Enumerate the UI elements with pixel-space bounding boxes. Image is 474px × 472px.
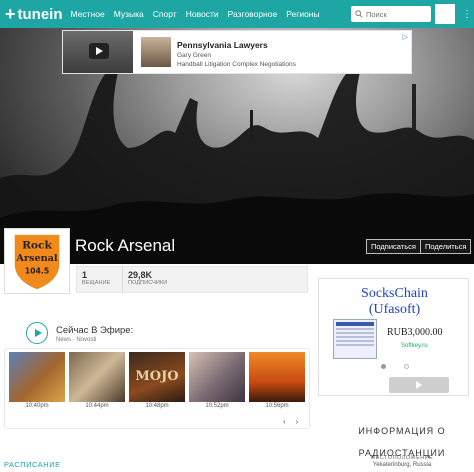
svg-text:Rock: Rock xyxy=(22,238,52,251)
history-nav: ‹ › xyxy=(283,417,308,426)
track-time: 10:56pm xyxy=(265,403,289,409)
stat-label: ПОДПИСЧИКИ xyxy=(128,280,168,286)
ad-text: Pennsylvania Lawyers Gary Green Handball… xyxy=(177,31,296,73)
location-label: МЕСТОПОЛОЖЕНИЕ xyxy=(370,455,434,461)
video-play-icon[interactable] xyxy=(89,43,109,59)
carousel-dot[interactable] xyxy=(381,364,386,369)
sidebar-ad-title-line2: (Ufasoft) xyxy=(368,302,421,318)
svg-text:Arsenal: Arsenal xyxy=(15,253,58,264)
station-stats: 1 ВЕЩАНИЕ 29,8K ПОДПИСЧИКИ xyxy=(76,266,308,293)
plus-icon: + xyxy=(5,4,16,24)
nav-links: Местное Музыка Спорт Новости Разговорное… xyxy=(71,9,329,19)
top-nav: + tunein Местное Музыка Спорт Новости Ра… xyxy=(0,0,474,28)
stat-broadcasts[interactable]: 1 ВЕЩАНИЕ xyxy=(77,267,123,292)
ad-site[interactable]: Softkey.ru xyxy=(401,343,428,349)
user-avatar[interactable] xyxy=(435,4,455,24)
nav-talk[interactable]: Разговорное xyxy=(228,9,278,19)
adchoices-icon[interactable]: ▷ xyxy=(403,33,408,41)
chevron-left-icon[interactable]: ‹ xyxy=(283,417,286,426)
search-input[interactable] xyxy=(366,9,428,19)
track-artwork[interactable] xyxy=(69,352,125,402)
subscribe-button[interactable]: Подписаться xyxy=(366,239,421,254)
software-screenshot xyxy=(333,319,377,359)
recent-tracks: 10:40pm 10:44pm MOJO 10:48pm 10:52pm 10:… xyxy=(4,348,310,429)
stat-label: ВЕЩАНИЕ xyxy=(82,280,111,286)
ad-video-thumbnail[interactable] xyxy=(63,31,133,73)
nav-music[interactable]: Музыка xyxy=(114,9,144,19)
nav-news[interactable]: Новости xyxy=(186,9,219,19)
schedule-link[interactable]: РАСПИСАНИЕ xyxy=(4,460,61,469)
search-icon xyxy=(355,10,363,18)
ad-price: RUB3,000.00 xyxy=(387,327,443,338)
track-time: 10:40pm xyxy=(25,403,49,409)
svg-text:104.5: 104.5 xyxy=(25,267,50,276)
nav-sports[interactable]: Спорт xyxy=(153,9,177,19)
logo-text: tunein xyxy=(17,5,63,23)
track-time: 10:48pm xyxy=(145,403,169,409)
sidebar-ad-title-line1: SocksChain xyxy=(361,286,428,301)
ad-line-1: Gary Green xyxy=(177,52,211,59)
track-artwork[interactable] xyxy=(249,352,305,402)
ad-title[interactable]: Pennsylvania Lawyers xyxy=(177,40,296,50)
track-time: 10:44pm xyxy=(85,403,109,409)
station-logo: Rock Arsenal 104.5 xyxy=(4,228,70,294)
nav-regions[interactable]: Регионы xyxy=(286,9,319,19)
stat-value: 29,8K xyxy=(128,270,153,280)
carousel-dots xyxy=(381,364,409,369)
rock-arsenal-logo-icon: Rock Arsenal 104.5 xyxy=(14,234,60,290)
share-button[interactable]: Поделиться xyxy=(420,239,472,254)
now-playing-title: Сейчас В Эфире: xyxy=(56,325,134,336)
stat-followers[interactable]: 29,8K ПОДПИСЧИКИ xyxy=(123,267,169,292)
tunein-logo[interactable]: + tunein xyxy=(0,0,63,28)
stat-value: 1 xyxy=(82,270,88,280)
station-name: Rock Arsenal xyxy=(75,236,176,255)
track-time: 10:52pm xyxy=(205,403,229,409)
track-artwork[interactable]: MOJO xyxy=(129,352,185,402)
ad-line-2: Handball Litigation Complex Negotiations xyxy=(177,61,296,68)
artwork-text: MOJO xyxy=(135,369,179,384)
carousel-dot[interactable] xyxy=(404,364,409,369)
play-button[interactable] xyxy=(26,322,48,344)
nav-local[interactable]: Местное xyxy=(71,9,105,19)
more-dots-icon[interactable]: ⋮ xyxy=(462,10,472,20)
now-playing-subtitle: News - Novosti xyxy=(56,337,97,343)
track-artwork[interactable] xyxy=(189,352,245,402)
location-value: Yekaterinburg, Russia xyxy=(372,462,432,468)
ad-go-button[interactable] xyxy=(389,377,449,393)
sidebar-ad-title[interactable]: SocksChain (Ufasoft) xyxy=(319,286,470,318)
track-artwork[interactable] xyxy=(9,352,65,402)
ad-banner[interactable]: Pennsylvania Lawyers Gary Green Handball… xyxy=(62,30,412,74)
ad-lawyer-photo xyxy=(141,37,171,67)
search-box xyxy=(351,6,431,22)
chevron-right-icon[interactable]: › xyxy=(296,417,299,426)
sidebar-ad[interactable]: SocksChain (Ufasoft) RUB3,000.00 Softkey… xyxy=(318,278,469,396)
